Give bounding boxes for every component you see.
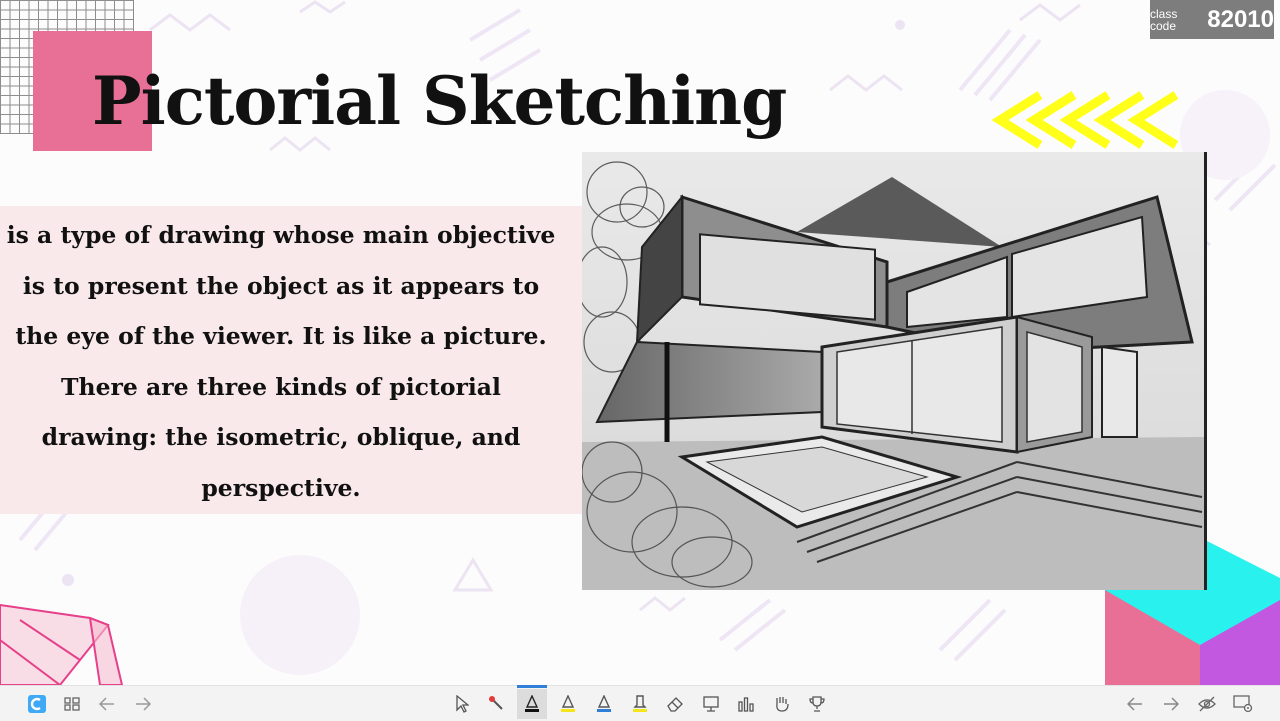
arrow-left-icon[interactable] [1120,689,1150,719]
app-logo-icon[interactable] [22,689,52,719]
poll-icon[interactable] [731,689,761,719]
eraser-icon[interactable] [660,689,690,719]
trophy-icon[interactable] [802,689,832,719]
class-code-label: class code [1150,6,1178,33]
pointer-icon[interactable] [447,689,477,719]
pen-black-icon[interactable] [517,685,547,719]
arrow-right-icon[interactable] [128,689,158,719]
marker-yellow-icon[interactable] [625,689,655,719]
definition-text: is a type of drawing whose main objectiv… [6,221,556,502]
class-code-badge: class code 82010 [1150,0,1274,39]
house-sketch-drawing [576,152,1204,590]
hand-raise-icon[interactable] [767,689,797,719]
arrow-left-icon[interactable] [92,689,122,719]
slide-title: Pictorial Sketching [92,62,787,140]
grid-view-icon[interactable] [57,689,87,719]
hide-icon[interactable] [1192,689,1222,719]
class-code-value: 82010 [1207,5,1274,33]
laser-pen-icon[interactable] [482,689,512,719]
settings-icon[interactable] [1228,689,1258,719]
arrow-right-icon[interactable] [1156,689,1186,719]
pen-blue-icon[interactable] [589,689,619,719]
house-sketch-image [576,152,1207,590]
presentation-toolbar [0,685,1280,721]
whiteboard-icon[interactable] [696,689,726,719]
highlighter-yellow-icon[interactable] [553,689,583,719]
